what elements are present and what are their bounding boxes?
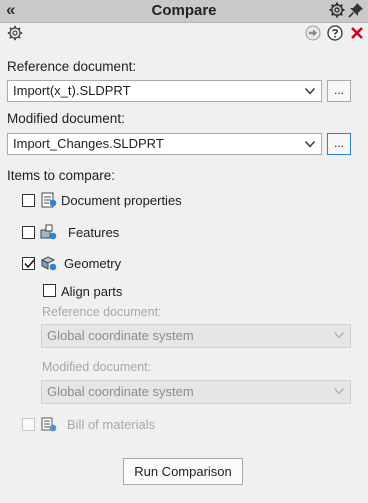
chevron-down-icon: [333, 332, 345, 339]
reference-document-value: Import(x_t).SLDPRT: [13, 83, 131, 98]
features-icon: [40, 224, 57, 240]
chevron-down-icon: [333, 388, 345, 395]
panel-title: Compare: [151, 2, 217, 19]
document-properties-label: Document properties: [61, 193, 182, 208]
align-reference-label: Reference document:: [42, 305, 162, 319]
geometry-checkbox[interactable]: [22, 257, 36, 270]
items-to-compare-label: Items to compare:: [7, 168, 116, 183]
title-bar: « Compare: [0, 0, 368, 23]
reference-browse-button[interactable]: ...: [327, 80, 351, 102]
options-gear-icon[interactable]: [7, 25, 23, 41]
gear-icon[interactable]: [329, 2, 345, 18]
bill-of-materials-checkbox[interactable]: [22, 418, 35, 431]
align-reference-select[interactable]: Global coordinate system: [41, 324, 351, 348]
geometry-icon: [40, 256, 57, 271]
align-modified-select[interactable]: Global coordinate system: [41, 380, 351, 404]
reference-document-label: Reference document:: [7, 59, 137, 74]
next-arrow-icon[interactable]: [305, 25, 321, 41]
pin-icon[interactable]: [348, 2, 364, 18]
align-modified-value: Global coordinate system: [47, 384, 194, 399]
align-reference-value: Global coordinate system: [47, 328, 194, 343]
geometry-label: Geometry: [64, 256, 122, 271]
bill-of-materials-label: Bill of materials: [67, 417, 156, 432]
document-properties-icon: [41, 192, 57, 208]
help-icon[interactable]: [327, 25, 343, 41]
align-parts-checkbox[interactable]: [43, 284, 56, 297]
close-icon[interactable]: [350, 25, 364, 41]
document-properties-checkbox[interactable]: [22, 194, 35, 207]
chevron-down-icon: [304, 88, 316, 95]
modified-browse-button[interactable]: ...: [327, 133, 351, 155]
modified-document-select[interactable]: Import_Changes.SLDPRT: [7, 133, 322, 155]
modified-document-value: Import_Changes.SLDPRT: [13, 136, 164, 151]
features-checkbox[interactable]: [22, 226, 35, 239]
align-parts-label: Align parts: [61, 284, 123, 299]
run-comparison-button[interactable]: Run Comparison: [123, 458, 243, 485]
reference-document-select[interactable]: Import(x_t).SLDPRT: [7, 80, 322, 102]
align-modified-label: Modified document:: [42, 360, 152, 374]
modified-document-label: Modified document:: [7, 111, 125, 126]
features-label: Features: [68, 225, 120, 240]
bill-of-materials-icon: [41, 417, 57, 432]
checkmark-icon: [24, 258, 36, 269]
chevron-down-icon: [304, 141, 316, 148]
